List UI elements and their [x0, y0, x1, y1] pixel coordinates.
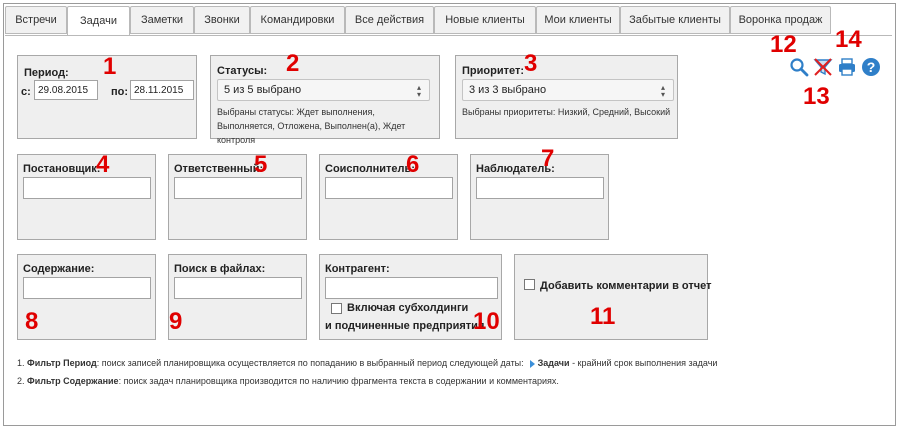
tab-forgotten-clients[interactable]: Забытые клиенты — [620, 6, 730, 34]
comments-label: Добавить комментарии в отчет — [540, 280, 712, 292]
marker-10: 10 — [473, 308, 500, 335]
content-label: Содержание: — [23, 263, 95, 275]
footnote-1-text: : поиск записей планировщика осуществляе… — [96, 358, 524, 368]
observer-filter: Наблюдатель: — [470, 154, 609, 240]
responsible-label: Ответственный: — [174, 163, 264, 175]
marker-1: 1 — [103, 53, 117, 80]
marker-8: 8 — [25, 308, 39, 335]
period-label: Период: — [24, 67, 69, 79]
print-icon[interactable] — [837, 57, 857, 77]
tab-my-clients[interactable]: Мои клиенты — [536, 6, 620, 34]
content-input[interactable] — [23, 277, 151, 299]
marker-9: 9 — [169, 308, 183, 335]
subholdings-label-line2: и подчиненные предприятия — [325, 320, 485, 332]
footnote-1-deadline: - крайний срок выполнения задачи — [569, 358, 718, 368]
footnote-1: 1. Фильтр Период: поиск записей планиров… — [17, 358, 717, 368]
period-from-label: с: — [21, 86, 31, 98]
file-search-label: Поиск в файлах: — [174, 263, 266, 275]
coexecutor-filter: Соисполнитель: — [319, 154, 458, 240]
marker-6: 6 — [406, 151, 420, 178]
counterparty-input[interactable] — [325, 277, 498, 299]
tab-meetings[interactable]: Встречи — [5, 6, 67, 34]
assigner-input[interactable] — [23, 177, 151, 199]
select-arrows-icon: ▴ ▾ — [660, 83, 665, 99]
assigner-label: Постановщик: — [23, 163, 101, 175]
comments-checkbox[interactable] — [524, 279, 535, 290]
tab-calls[interactable]: Звонки — [194, 6, 250, 34]
tab-business-trips[interactable]: Командировки — [250, 6, 345, 34]
marker-7: 7 — [541, 145, 555, 172]
footnote-1-tasks: Задачи — [537, 358, 570, 368]
marker-12: 12 — [770, 31, 797, 58]
statuses-note: Выбраны статусы: Ждет выполнения, Выполн… — [217, 107, 406, 145]
period-to-input[interactable] — [130, 80, 194, 100]
arrow-right-icon — [529, 359, 535, 368]
footnote-1-number: 1. — [17, 358, 25, 368]
search-icon[interactable] — [789, 57, 809, 77]
footnote-2-number: 2. — [17, 376, 25, 386]
svg-text:?: ? — [867, 59, 876, 75]
footnote-2-text: : поиск задач планировщика производится … — [118, 376, 559, 386]
marker-13: 13 — [803, 83, 830, 110]
tab-sales-funnel[interactable]: Воронка продаж — [730, 6, 831, 34]
marker-4: 4 — [96, 151, 110, 178]
subholdings-checkbox[interactable] — [331, 303, 342, 314]
footnote-2-title: Фильтр Содержание — [27, 376, 119, 386]
marker-11: 11 — [590, 303, 616, 330]
priority-filter: Приоритет: 3 из 3 выбрано ▴ ▾ Выбраны при… — [455, 55, 678, 139]
assigner-filter: Постановщик: — [17, 154, 156, 240]
priority-label: Приоритет: — [462, 65, 524, 77]
tab-new-clients[interactable]: Новые клиенты — [434, 6, 536, 34]
file-search-input[interactable] — [174, 277, 302, 299]
period-to-label: по: — [111, 86, 129, 98]
coexecutor-label: Соисполнитель: — [325, 163, 415, 175]
clear-filter-icon[interactable] — [813, 57, 833, 77]
tab-tasks[interactable]: Задачи — [67, 6, 130, 36]
responsible-filter: Ответственный: — [168, 154, 307, 240]
tab-all-actions[interactable]: Все действия — [345, 6, 434, 34]
marker-2: 2 — [286, 50, 300, 77]
select-arrows-icon: ▴ ▾ — [416, 83, 421, 99]
footnote-2: 2. Фильтр Содержание: поиск задач планир… — [17, 376, 559, 386]
period-from-input[interactable] — [34, 80, 98, 100]
marker-14: 14 — [835, 26, 862, 53]
subholdings-label-line1: Включая субхолдинги — [347, 302, 469, 314]
tab-divider — [5, 35, 892, 36]
marker-3: 3 — [524, 50, 538, 77]
coexecutor-input[interactable] — [325, 177, 453, 199]
statuses-filter: Статусы: 5 из 5 выбрано ▴ ▾ Выбраны стату… — [210, 55, 440, 145]
responsible-input[interactable] — [174, 177, 302, 199]
counterparty-label: Контрагент: — [325, 263, 390, 275]
observer-input[interactable] — [476, 177, 604, 199]
priority-select[interactable]: 3 из 3 выбрано ▴ ▾ — [462, 79, 674, 101]
statuses-select[interactable]: 5 из 5 выбрано ▴ ▾ — [217, 79, 430, 101]
marker-5: 5 — [254, 151, 268, 178]
footnote-1-title: Фильтр Период — [27, 358, 97, 368]
priority-note: Выбраны приоритеты: Низкий, Средний, Выс… — [462, 107, 671, 117]
help-icon[interactable]: ? — [861, 57, 881, 77]
statuses-selected-value: 5 из 5 выбрано — [224, 84, 302, 96]
priority-selected-value: 3 из 3 выбрано — [469, 84, 547, 96]
tab-notes[interactable]: Заметки — [130, 6, 194, 34]
file-search-filter: Поиск в файлах: — [168, 254, 307, 340]
statuses-label: Статусы: — [217, 65, 268, 77]
